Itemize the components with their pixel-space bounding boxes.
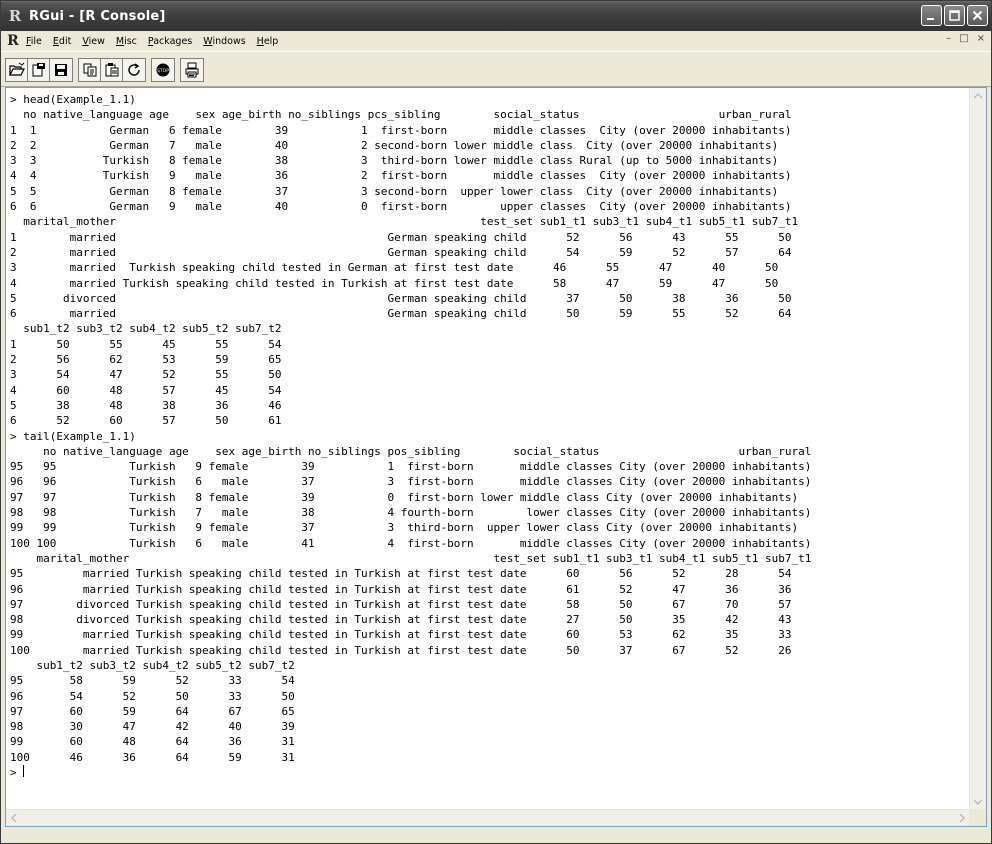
copy-paste-icon[interactable]: [123, 59, 145, 81]
rgui-window: R RGui - [R Console] R File Edit View Mi…: [0, 0, 992, 844]
horizontal-scrollbar[interactable]: [6, 809, 970, 826]
console-line: 3 3 Turkish 8 female 38 3 third-born low…: [10, 154, 779, 168]
scroll-down-icon[interactable]: [970, 794, 986, 810]
menu-misc[interactable]: Misc: [116, 36, 137, 47]
console-line: 99 60 48 64 36 31: [10, 735, 295, 749]
console-line: 5 5 German 8 female 37 3 second-born upp…: [10, 184, 779, 198]
console-line: 100 46 36 64 59 31: [10, 750, 295, 764]
console-line: > tail(Example_1.1): [10, 429, 136, 443]
text-cursor: [23, 765, 25, 778]
paste-icon[interactable]: [101, 59, 123, 81]
console-line: 3 54 47 52 55 50: [10, 368, 282, 382]
menu-help[interactable]: Help: [257, 36, 279, 47]
window-controls: [921, 5, 988, 26]
console-line: 98 divorced Turkish speaking child teste…: [10, 613, 792, 627]
menu-file[interactable]: File: [26, 36, 42, 47]
open-script-icon[interactable]: [6, 59, 28, 81]
console-line: 5 divorced German speaking child 37 50 3…: [10, 291, 792, 305]
r-app-icon: R: [8, 7, 22, 25]
child-window-controls: – □ ×: [946, 33, 985, 44]
load-workspace-icon[interactable]: [28, 59, 50, 81]
status-bar: [1, 827, 991, 843]
maximize-icon[interactable]: [944, 5, 965, 26]
console-line: 100 married Turkish speaking child teste…: [10, 643, 792, 657]
console-line: 96 96 Turkish 6 male 37 3 first-born mid…: [10, 475, 812, 489]
scrollbar-corner: [969, 809, 986, 826]
print-icon[interactable]: [181, 59, 203, 81]
r-console[interactable]: > head(Example_1.1) no native_language a…: [5, 87, 987, 827]
console-line: no native_language age sex age_birth no_…: [10, 444, 812, 458]
scroll-up-icon[interactable]: [970, 88, 986, 104]
console-line: 98 98 Turkish 7 male 38 4 fourth-born lo…: [10, 506, 812, 520]
menu-packages[interactable]: Packages: [148, 36, 192, 47]
toolbar: STOP: [1, 51, 991, 87]
svg-text:STOP: STOP: [157, 68, 169, 74]
console-line: 100 100 Turkish 6 male 41 4 first-born m…: [10, 536, 812, 550]
child-close-icon[interactable]: ×: [977, 33, 985, 44]
console-line: sub1_t2 sub3_t2 sub4_t2 sub5_t2 sub7_t2: [10, 322, 282, 336]
console-line: > head(Example_1.1): [10, 93, 136, 106]
console-line: 1 married German speaking child 52 56 43…: [10, 230, 792, 244]
toolbar-group-stop: STOP: [151, 58, 175, 82]
console-line: 99 99 Turkish 9 female 37 3 third-born u…: [10, 521, 799, 535]
console-line: 2 2 German 7 male 40 2 second-born lower…: [10, 138, 779, 152]
console-line: 97 97 Turkish 8 female 39 0 first-born l…: [10, 490, 799, 504]
console-line: 96 54 52 50 33 50: [10, 689, 295, 703]
stop-icon[interactable]: STOP: [152, 59, 174, 81]
console-line: 95 married Turkish speaking child tested…: [10, 567, 792, 581]
toolbar-group-print: [180, 58, 204, 82]
console-line: 97 60 59 64 67 65: [10, 704, 295, 718]
console-line: 3 married Turkish speaking child tested …: [10, 261, 779, 275]
console-line: sub1_t2 sub3_t2 sub4_t2 sub5_t2 sub7_t2: [10, 658, 295, 672]
console-line: 1 50 55 45 55 54: [10, 337, 282, 351]
r-console-icon: R: [7, 33, 19, 49]
console-line: 98 30 47 42 40 39: [10, 720, 295, 734]
vertical-scrollbar[interactable]: [969, 88, 986, 810]
console-line: 4 4 Turkish 9 male 36 2 first-born middl…: [10, 169, 792, 183]
console-line: 97 divorced Turkish speaking child teste…: [10, 597, 792, 611]
title-bar[interactable]: R RGui - [R Console]: [1, 1, 991, 31]
console-line: 6 married German speaking child 50 59 55…: [10, 307, 792, 321]
toolbar-group-edit: [78, 58, 146, 82]
console-line: 6 6 German 9 male 40 0 first-born upper …: [10, 200, 792, 214]
console-line: 95 95 Turkish 9 female 39 1 first-born m…: [10, 460, 812, 474]
console-line: 95 58 59 52 33 54: [10, 674, 295, 688]
scroll-left-icon[interactable]: [6, 810, 22, 826]
console-prompt: >: [10, 766, 24, 780]
toolbar-group-files: [5, 58, 73, 82]
console-line: no native_language age sex age_birth no_…: [10, 108, 792, 122]
close-icon[interactable]: [967, 5, 988, 26]
menu-windows[interactable]: Windows: [203, 36, 245, 47]
child-restore-icon[interactable]: □: [959, 33, 968, 44]
console-line: 4 60 48 57 45 54: [10, 383, 282, 397]
console-line: 99 married Turkish speaking child tested…: [10, 628, 792, 642]
console-line: 4 married Turkish speaking child tested …: [10, 276, 779, 290]
scroll-right-icon[interactable]: [954, 810, 970, 826]
console-line: 5 38 48 38 36 46: [10, 398, 282, 412]
copy-icon[interactable]: [79, 59, 101, 81]
console-line: 2 married German speaking child 54 59 52…: [10, 245, 792, 259]
toolbar-strip: STOP: [5, 57, 209, 83]
menu-bar: R File Edit View Misc Packages Windows H…: [1, 31, 991, 51]
console-line: 1 1 German 6 female 39 1 first-born midd…: [10, 123, 792, 137]
window-title: RGui - [R Console]: [29, 8, 166, 24]
console-line: marital_mother test_set sub1_t1 sub3_t1 …: [10, 551, 812, 565]
console-line: 2 56 62 53 59 65: [10, 353, 282, 367]
console-output[interactable]: > head(Example_1.1) no native_language a…: [10, 92, 960, 808]
console-line: 6 52 60 57 50 61: [10, 414, 282, 428]
console-prompt-line[interactable]: >: [10, 765, 960, 780]
minimize-icon[interactable]: [921, 5, 942, 26]
menu-edit[interactable]: Edit: [53, 36, 71, 47]
console-line: marital_mother test_set sub1_t1 sub3_t1 …: [10, 215, 799, 229]
child-minimize-icon[interactable]: –: [946, 33, 951, 44]
save-workspace-icon[interactable]: [50, 59, 72, 81]
menu-view[interactable]: View: [82, 36, 105, 47]
console-line: 96 married Turkish speaking child tested…: [10, 582, 792, 596]
